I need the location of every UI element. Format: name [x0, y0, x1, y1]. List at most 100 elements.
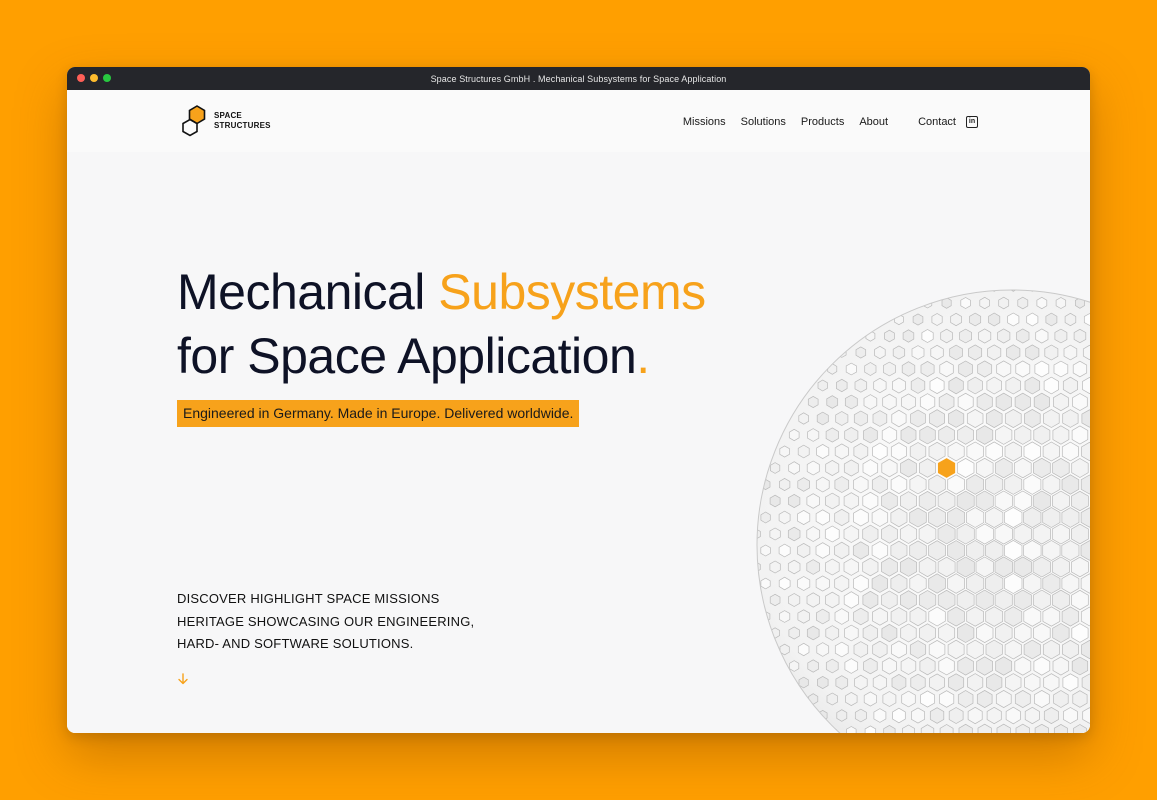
sphere-hexagon: [968, 344, 983, 361]
sphere-hexagon: [769, 560, 781, 574]
sphere-hexagon: [770, 462, 781, 474]
site-logo[interactable]: SPACE STRUCTURES: [181, 104, 271, 138]
sphere-hexagon: [873, 377, 887, 394]
sphere-hexagon: [884, 329, 895, 343]
arrow-down-icon[interactable]: [176, 672, 190, 686]
sphere-hexagon: [997, 328, 1011, 344]
nav-contact[interactable]: Contact: [918, 116, 956, 128]
sphere-hexagon: [779, 610, 791, 623]
sphere-hexagon: [825, 658, 839, 674]
sphere-hexagon: [806, 592, 820, 608]
sphere-hexagon: [863, 394, 878, 410]
sphere-hexagon: [769, 494, 781, 508]
sphere-hexagon: [757, 561, 761, 573]
sphere-hexagon: [778, 510, 791, 525]
linkedin-icon[interactable]: in: [966, 116, 978, 128]
hero-title-accent: Subsystems: [438, 264, 706, 320]
sphere-hexagon: [797, 609, 810, 624]
sphere-hexagon: [931, 313, 943, 326]
sphere-hexagon: [911, 345, 925, 360]
close-window-button[interactable]: [77, 74, 85, 82]
sphere-hexagon: [920, 360, 935, 378]
nav-products[interactable]: Products: [801, 116, 844, 128]
sphere-hexagon: [836, 378, 848, 393]
sphere-hexagon: [863, 657, 878, 675]
main-nav: Missions Solutions Products About Contac…: [668, 116, 978, 128]
sphere-hexagon: [844, 394, 858, 410]
sphere-hexagon: [806, 493, 820, 509]
sphere-hexagon: [778, 576, 791, 591]
sphere-hexagon: [912, 313, 924, 326]
maximize-window-button[interactable]: [103, 74, 111, 82]
nav-about[interactable]: About: [859, 116, 888, 128]
sphere-hexagon: [808, 693, 819, 705]
sphere-hexagon: [910, 409, 926, 428]
sphere-hexagon: [939, 690, 955, 708]
sphere-hexagon: [900, 657, 917, 675]
sphere-hexagon: [998, 296, 1010, 310]
sphere-hexagon: [825, 558, 840, 576]
sphere-hexagon: [789, 660, 800, 672]
sphere-hexagon: [797, 576, 811, 591]
sphere-hexagon: [826, 395, 839, 409]
sphere-hexagon: [1063, 344, 1078, 361]
sphere-hexagon: [835, 675, 849, 690]
sphere-hexagon: [862, 624, 878, 642]
sphere-hexagon: [834, 641, 849, 658]
sphere-hexagon: [1072, 360, 1088, 378]
sphere-hexagon: [843, 492, 859, 510]
sphere-hexagon: [825, 427, 839, 443]
sphere-hexagon: [892, 345, 906, 360]
hero-title: Mechanical Subsystems for Space Applicat…: [177, 260, 706, 388]
sphere-hexagon: [996, 360, 1012, 378]
page-content: SPACE STRUCTURES Missions Solutions Prod…: [67, 90, 1090, 733]
sphere-hexagon: [1073, 328, 1087, 344]
sphere-hexagon: [760, 577, 771, 590]
sphere-hexagon: [1025, 344, 1040, 361]
sphere-hexagon: [816, 443, 830, 460]
hero-title-dot: .: [636, 328, 650, 384]
sphere-hexagon: [872, 640, 888, 659]
sphere-hexagon: [1035, 328, 1049, 344]
nav-solutions[interactable]: Solutions: [741, 116, 786, 128]
logo-wordmark: SPACE STRUCTURES: [214, 111, 271, 131]
sphere-hexagon: [911, 707, 925, 724]
sphere-hexagon: [825, 459, 840, 477]
sphere-hexagon: [1016, 328, 1030, 344]
sphere-hexagon: [787, 559, 801, 575]
minimize-window-button[interactable]: [90, 74, 98, 82]
sphere-hexagon: [950, 312, 962, 327]
sphere-hexagon: [1043, 706, 1059, 725]
sphere-hexagon: [854, 708, 867, 723]
sphere-hexagon: [760, 511, 771, 524]
sphere-hexagon: [853, 607, 869, 626]
sphere-hexagon: [1005, 376, 1021, 395]
sphere-hexagon: [921, 329, 934, 343]
sphere-hexagon: [844, 624, 859, 642]
sphere-hexagon: [920, 690, 935, 708]
sphere-hexagon: [987, 344, 1002, 361]
sphere-hexagon: [1054, 328, 1068, 344]
sphere-hexagon: [872, 674, 887, 691]
sphere-hexagon: [873, 708, 887, 723]
sphere-hexagon: [894, 313, 904, 326]
sphere-hexagon: [807, 395, 819, 409]
sphere-hexagon: [854, 378, 868, 393]
sphere-hexagon: [1007, 312, 1020, 327]
sphere-hexagon: [798, 676, 809, 689]
sphere-hexagon: [797, 542, 811, 559]
sphere-hexagon: [779, 445, 790, 458]
sphere-hexagon: [874, 345, 886, 360]
sphere-hexagon: [929, 376, 945, 395]
hero-title-line2: for Space Application: [177, 328, 637, 384]
discover-text: DISCOVER HIGHLIGHT SPACE MISSIONS HERITA…: [177, 588, 474, 656]
sphere-hexagon: [1046, 290, 1056, 292]
discover-line-2: HERITAGE SHOWCASING OUR ENGINEERING,: [177, 613, 475, 629]
sphere-hexagon: [872, 410, 888, 427]
sphere-hexagon: [875, 314, 885, 325]
sphere-hexagon: [1055, 297, 1067, 309]
sphere-hexagon: [825, 591, 840, 609]
sphere-hexagon: [780, 413, 790, 424]
logo-line-2: STRUCTURES: [214, 121, 271, 130]
nav-missions[interactable]: Missions: [683, 116, 726, 128]
